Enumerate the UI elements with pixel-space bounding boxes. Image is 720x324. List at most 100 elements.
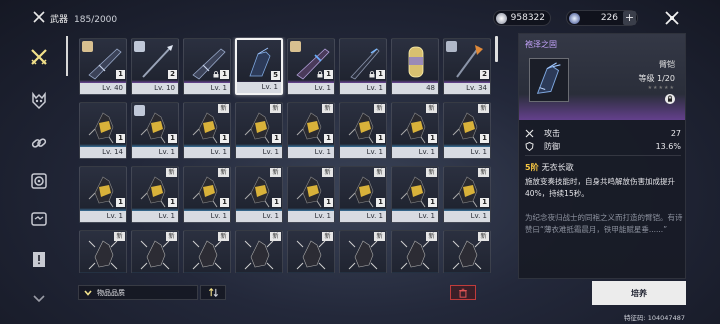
weapon-card[interactable]: 2 Lv. 34 <box>443 38 491 95</box>
sidebar-item-props[interactable] <box>26 206 52 232</box>
weapon-card[interactable]: 1 Lv. 1 <box>339 38 387 95</box>
weapon-card[interactable]: 新 1 Lv. 1 <box>235 102 283 159</box>
level-label: Lv. 1 <box>340 211 386 222</box>
level-label: Lv. 10 <box>132 83 178 94</box>
stat-value: 13.6% <box>655 142 681 151</box>
sort-order-button[interactable] <box>200 285 226 300</box>
level-label: Lv. 1 <box>340 147 386 158</box>
weapon-card[interactable]: 新 <box>131 230 179 273</box>
new-badge: 新 <box>270 232 281 241</box>
new-badge: 新 <box>166 232 177 241</box>
crossed-swords-icon <box>31 49 47 65</box>
add-stamina-button[interactable]: + <box>623 11 636 25</box>
weapon-card[interactable]: 新 1 Lv. 1 <box>235 166 283 223</box>
level-label: Lv. 40 <box>80 83 126 94</box>
weapon-card[interactable]: 新 1 Lv. 1 <box>391 166 439 223</box>
weapon-card[interactable]: 1 Lv. 40 <box>79 38 127 95</box>
weapon-card[interactable]: 新 1 Lv. 1 <box>339 102 387 159</box>
weapon-card[interactable]: 新 <box>79 230 127 273</box>
radar-module-icon <box>31 173 47 189</box>
rarity-strip <box>236 272 282 273</box>
stat-label: 防御 <box>544 142 560 151</box>
weapon-card[interactable]: 1 Lv. 1 <box>79 166 127 223</box>
weapon-card[interactable]: 新 1 Lv. 1 <box>339 166 387 223</box>
weapon-card[interactable]: 新 1 Lv. 1 <box>183 102 231 159</box>
quantity-badge: 5 <box>271 71 280 80</box>
dismantle-button[interactable] <box>450 285 476 300</box>
lock-icon <box>369 71 375 78</box>
weapon-card[interactable]: 新 1 Lv. 1 <box>287 166 335 223</box>
stat-label: 攻击 <box>544 129 560 138</box>
level-label: Lv. 1 <box>444 147 490 158</box>
weapon-card[interactable]: 新 1 Lv. 1 <box>391 102 439 159</box>
sidebar-item-material[interactable] <box>26 130 52 156</box>
quantity-badge: 1 <box>116 198 125 207</box>
new-badge: 新 <box>374 104 385 113</box>
weapon-card[interactable]: 2 Lv. 10 <box>131 38 179 95</box>
new-badge: 新 <box>166 168 177 177</box>
quantity-badge: 2 <box>480 70 489 79</box>
level-label: 48 <box>392 83 438 94</box>
quantity-badge: 1 <box>376 134 385 143</box>
level-label: Lv. 1 <box>444 211 490 222</box>
level-label: Lv. 1 <box>288 147 334 158</box>
weapon-card[interactable]: 新 <box>235 230 283 273</box>
weapon-card[interactable]: 5 Lv. 1 <box>235 38 283 95</box>
cultivate-button[interactable]: 培养 <box>592 281 686 305</box>
sidebar-item-echo[interactable] <box>26 88 52 114</box>
stat-value: 27 <box>670 129 681 138</box>
stamina-value: 226 <box>600 13 618 23</box>
weapon-lore: 为纪念夜归战士的同袍之义而打造的臂铠。有诗赞曰“薄衣难抵霜晨月，铁甲能赋星垂..… <box>525 213 683 234</box>
lock-icon <box>317 71 323 78</box>
quantity-badge: 1 <box>116 134 125 143</box>
equipped-avatar <box>82 41 93 52</box>
document-alert-icon <box>33 252 45 267</box>
quantity-badge: 1 <box>324 134 333 143</box>
coin-icon <box>496 12 507 24</box>
grid-scrollbar[interactable] <box>495 36 498 62</box>
sort-dropdown[interactable]: 物品品质 <box>78 285 198 300</box>
new-badge: 新 <box>426 168 437 177</box>
weapon-level: 等级 1/20 <box>638 74 675 83</box>
weapon-card[interactable]: 新 <box>339 230 387 273</box>
quantity-badge: 1 <box>428 198 437 207</box>
level-label: Lv. 14 <box>80 147 126 158</box>
quantity-badge: 1 <box>220 134 229 143</box>
sidebar-item-development[interactable] <box>26 168 52 194</box>
weapon-card[interactable]: 新 <box>443 230 491 273</box>
quantity-badge: 1 <box>272 198 281 207</box>
stat-row-defense: 防御 13.6% <box>525 141 681 152</box>
weapon-card[interactable]: 48 <box>391 38 439 95</box>
currency-display: 958322 <box>493 10 551 26</box>
level-label: Lv. 1 <box>392 147 438 158</box>
weapon-card[interactable]: 新 1 Lv. 1 <box>443 166 491 223</box>
weapon-card[interactable]: 1 Lv. 1 <box>183 38 231 95</box>
chip-box-icon <box>31 212 47 226</box>
sidebar-item-weapon[interactable] <box>26 44 52 70</box>
weapon-card[interactable]: 1 Lv. 14 <box>79 102 127 159</box>
equipped-avatar <box>446 41 457 52</box>
lore-fade <box>519 244 685 278</box>
weapon-card[interactable]: 新 <box>287 230 335 273</box>
weapon-card[interactable]: 新 1 Lv. 1 <box>443 102 491 159</box>
weapon-card[interactable]: 新 1 Lv. 1 <box>183 166 231 223</box>
sidebar-item-quest[interactable] <box>26 246 52 272</box>
new-badge: 新 <box>218 232 229 241</box>
level-label: Lv. 1 <box>184 83 230 94</box>
demon-mask-icon <box>32 91 46 110</box>
weapon-card[interactable]: 新 1 Lv. 1 <box>131 166 179 223</box>
weapon-card[interactable]: 新 1 Lv. 1 <box>287 102 335 159</box>
quantity-badge: 1 <box>220 198 229 207</box>
weapon-card[interactable]: 1 Lv. 1 <box>287 38 335 95</box>
quantity-badge: 1 <box>324 198 333 207</box>
level-label: Lv. 1 <box>80 211 126 222</box>
close-icon[interactable] <box>664 10 680 26</box>
new-badge: 新 <box>374 232 385 241</box>
weapon-card[interactable]: 新 <box>391 230 439 273</box>
weapon-card[interactable]: 新 <box>183 230 231 273</box>
lock-icon[interactable] <box>665 94 675 104</box>
weapon-card[interactable]: 1 Lv. 1 <box>131 102 179 159</box>
currency-value: 958322 <box>510 13 545 23</box>
equipped-avatar <box>134 105 145 116</box>
sidebar-item-more[interactable] <box>26 284 52 310</box>
